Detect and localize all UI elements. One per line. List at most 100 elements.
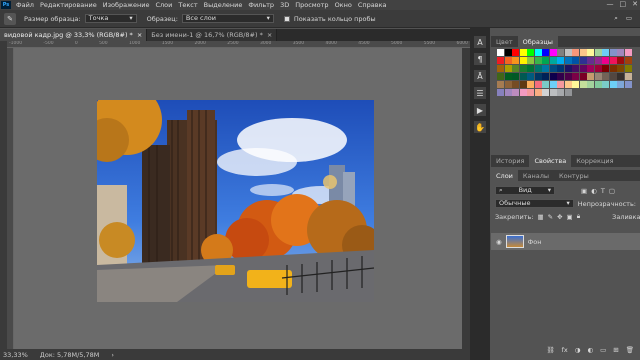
menu-item[interactable]: Просмотр xyxy=(292,1,331,9)
zoom-readout[interactable]: 33,33% xyxy=(3,351,28,359)
character-icon[interactable]: A xyxy=(474,36,486,48)
swatch[interactable] xyxy=(572,57,579,64)
swatch[interactable] xyxy=(557,89,564,96)
hand-icon[interactable]: ✋ xyxy=(474,121,486,133)
swatch[interactable] xyxy=(527,81,534,88)
swatch[interactable] xyxy=(579,73,587,80)
swatch[interactable] xyxy=(602,73,609,80)
swatch[interactable] xyxy=(579,57,587,64)
swatch[interactable] xyxy=(497,89,504,96)
menu-item[interactable]: 3D xyxy=(277,1,292,9)
swatch[interactable] xyxy=(594,49,602,56)
lock-all-icon[interactable]: 🔒︎ xyxy=(577,212,580,221)
play-icon[interactable]: ▶ xyxy=(474,104,486,116)
tab-paths[interactable]: Контуры xyxy=(554,170,594,181)
swatch[interactable] xyxy=(504,49,512,56)
swatch[interactable] xyxy=(527,89,534,96)
swatch[interactable] xyxy=(557,81,564,88)
workspace-icon[interactable]: ▭ xyxy=(626,14,632,23)
swatch[interactable] xyxy=(624,57,632,64)
lock-artboard-icon[interactable]: ▣ xyxy=(567,213,573,221)
swatch[interactable] xyxy=(549,89,557,96)
menu-item[interactable]: Фильтр xyxy=(245,1,277,9)
swatch[interactable] xyxy=(549,49,557,56)
layer-filter-select[interactable]: ⌕ Вид ▾ xyxy=(495,186,555,195)
text-tool-icon[interactable]: Ā xyxy=(474,70,486,82)
swatch[interactable] xyxy=(602,57,609,64)
eyedropper-icon[interactable]: ✎ xyxy=(4,12,16,25)
swatch[interactable] xyxy=(609,49,617,56)
minimize-button[interactable]: — xyxy=(607,0,614,8)
swatch[interactable] xyxy=(564,49,572,56)
swatch[interactable] xyxy=(512,57,519,64)
swatch[interactable] xyxy=(617,81,624,88)
menu-item[interactable]: Файл xyxy=(13,1,37,9)
group-icon[interactable]: ▭ xyxy=(600,346,606,354)
swatch[interactable] xyxy=(542,65,549,72)
swatch[interactable] xyxy=(617,73,624,80)
swatch[interactable] xyxy=(579,81,587,88)
swatch[interactable] xyxy=(497,73,504,80)
tab-channels[interactable]: Каналы xyxy=(518,170,554,181)
swatch[interactable] xyxy=(497,81,504,88)
shape-filter-icon[interactable]: ▢ xyxy=(609,187,615,195)
swatch[interactable] xyxy=(587,57,594,64)
swatch[interactable] xyxy=(564,73,572,80)
menu-item[interactable]: Слои xyxy=(152,1,175,9)
swatch[interactable] xyxy=(542,73,549,80)
menu-item[interactable]: Окно xyxy=(332,1,355,9)
swatch[interactable] xyxy=(587,49,594,56)
maximize-button[interactable]: □ xyxy=(620,0,627,8)
swatch[interactable] xyxy=(519,73,527,80)
sample-size-select[interactable]: Точка ▾ xyxy=(84,14,137,23)
swatch[interactable] xyxy=(512,81,519,88)
swatch[interactable] xyxy=(594,65,602,72)
tab-history[interactable]: История xyxy=(491,155,529,167)
menu-item[interactable]: Изображение xyxy=(100,1,153,9)
swatch[interactable] xyxy=(519,89,527,96)
swatch[interactable] xyxy=(512,49,519,56)
menu-item[interactable]: Справка xyxy=(355,1,390,9)
swatch[interactable] xyxy=(542,89,549,96)
menu-item[interactable]: Выделение xyxy=(201,1,246,9)
swatch[interactable] xyxy=(497,65,504,72)
swatch[interactable] xyxy=(602,65,609,72)
swatch[interactable] xyxy=(527,49,534,56)
swatch[interactable] xyxy=(504,57,512,64)
swatch[interactable] xyxy=(534,49,542,56)
swatch[interactable] xyxy=(564,65,572,72)
swatch[interactable] xyxy=(534,65,542,72)
swatch[interactable] xyxy=(617,49,624,56)
swatch[interactable] xyxy=(549,57,557,64)
swatch[interactable] xyxy=(542,57,549,64)
swatch[interactable] xyxy=(572,73,579,80)
lock-position-icon[interactable]: ✥ xyxy=(557,213,562,221)
tab-adjustments[interactable]: Коррекция xyxy=(571,155,618,167)
swatch[interactable] xyxy=(594,73,602,80)
trash-icon[interactable]: 🗑︎ xyxy=(626,346,634,354)
swatch[interactable] xyxy=(557,73,564,80)
swatch[interactable] xyxy=(512,65,519,72)
swatch[interactable] xyxy=(624,73,632,80)
adjustment-icon[interactable]: ◐ xyxy=(587,346,593,354)
show-ring-checkbox[interactable] xyxy=(283,15,290,22)
swatch[interactable] xyxy=(549,81,557,88)
swatch[interactable] xyxy=(564,89,572,96)
swatch[interactable] xyxy=(527,73,534,80)
close-icon[interactable]: × xyxy=(137,31,142,39)
swatch[interactable] xyxy=(504,81,512,88)
swatch[interactable] xyxy=(557,65,564,72)
swatch[interactable] xyxy=(512,89,519,96)
chevron-right-icon[interactable]: › xyxy=(111,351,114,359)
swatch[interactable] xyxy=(602,81,609,88)
swatch[interactable] xyxy=(572,65,579,72)
swatch[interactable] xyxy=(534,57,542,64)
swatch[interactable] xyxy=(609,57,617,64)
adjust-filter-icon[interactable]: ◐ xyxy=(591,187,597,195)
swatch[interactable] xyxy=(564,57,572,64)
fx-icon[interactable]: fx xyxy=(562,346,568,354)
swatch[interactable] xyxy=(609,81,617,88)
swatch[interactable] xyxy=(579,49,587,56)
mask-icon[interactable]: ◑ xyxy=(575,346,581,354)
menu-item[interactable]: Текст xyxy=(175,1,200,9)
